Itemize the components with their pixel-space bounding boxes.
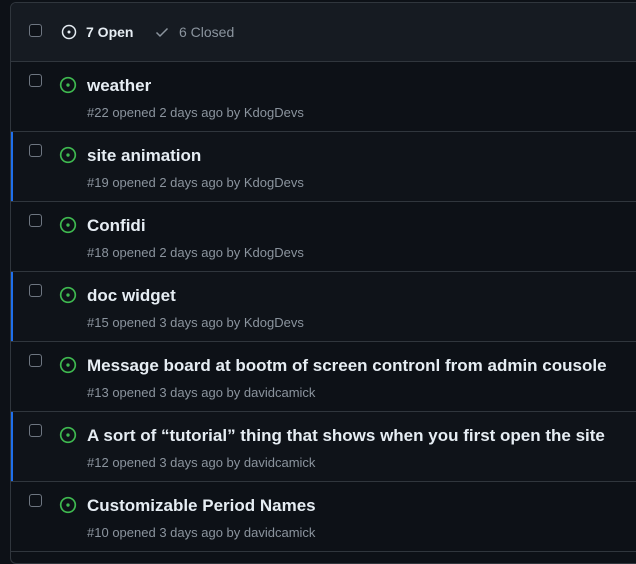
issue-meta: #10 opened 3 days ago by davidcamick bbox=[87, 525, 315, 540]
closed-issues-label: 6 Closed bbox=[179, 24, 235, 40]
issue-author-link[interactable]: davidcamick bbox=[244, 525, 316, 540]
issue-row: site animation #19 opened 2 days ago by … bbox=[11, 132, 636, 202]
issues-list-header: 7 Open 6 Closed bbox=[11, 3, 636, 62]
issue-meta: #18 opened 2 days ago by KdogDevs bbox=[87, 245, 304, 260]
issue-rows: weather #22 opened 2 days ago by KdogDev… bbox=[11, 62, 636, 552]
issue-checkbox[interactable] bbox=[29, 214, 42, 227]
issue-opened-text: opened 2 days ago by bbox=[112, 175, 244, 190]
issue-row: doc widget #15 opened 3 days ago by Kdog… bbox=[11, 272, 636, 342]
check-icon bbox=[155, 27, 169, 38]
issue-open-icon bbox=[59, 496, 77, 514]
issue-row: Confidi #18 opened 2 days ago by KdogDev… bbox=[11, 202, 636, 272]
issue-author-link[interactable]: davidcamick bbox=[244, 455, 316, 470]
closed-issues-tab[interactable]: 6 Closed bbox=[154, 24, 234, 40]
issue-meta: #12 opened 3 days ago by davidcamick bbox=[87, 455, 315, 470]
issue-row-accent bbox=[11, 412, 13, 481]
issue-checkbox[interactable] bbox=[29, 354, 42, 367]
issue-number: #22 bbox=[87, 105, 109, 120]
issue-row-accent bbox=[11, 272, 13, 341]
issue-author-link[interactable]: KdogDevs bbox=[244, 245, 304, 260]
issue-number: #13 bbox=[87, 385, 109, 400]
issue-row: weather #22 opened 2 days ago by KdogDev… bbox=[11, 62, 636, 132]
issue-title-link[interactable]: Confidi bbox=[87, 216, 146, 236]
issue-row: Customizable Period Names #10 opened 3 d… bbox=[11, 482, 636, 552]
issue-title-link[interactable]: A sort of “tutorial” thing that shows wh… bbox=[87, 426, 605, 446]
issue-checkbox[interactable] bbox=[29, 424, 42, 437]
issue-author-link[interactable]: KdogDevs bbox=[244, 105, 304, 120]
issue-opened-text: opened 2 days ago by bbox=[112, 245, 244, 260]
issue-title-link[interactable]: doc widget bbox=[87, 286, 176, 306]
issue-open-icon bbox=[59, 76, 77, 94]
issue-number: #15 bbox=[87, 315, 109, 330]
issues-list-box: 7 Open 6 Closed weather #22 opened 2 day… bbox=[10, 2, 636, 564]
issue-open-icon bbox=[59, 356, 77, 374]
issue-meta: #15 opened 3 days ago by KdogDevs bbox=[87, 315, 304, 330]
issue-row-accent bbox=[11, 132, 13, 201]
issue-opened-text: opened 3 days ago by bbox=[112, 455, 244, 470]
issue-meta: #19 opened 2 days ago by KdogDevs bbox=[87, 175, 304, 190]
issue-number: #19 bbox=[87, 175, 109, 190]
issue-open-icon bbox=[59, 426, 77, 444]
issue-number: #18 bbox=[87, 245, 109, 260]
issue-opened-text: opened 3 days ago by bbox=[112, 315, 244, 330]
open-issues-label: 7 Open bbox=[86, 24, 134, 40]
issue-checkbox[interactable] bbox=[29, 494, 42, 507]
issue-author-link[interactable]: davidcamick bbox=[244, 385, 316, 400]
issue-meta: #22 opened 2 days ago by KdogDevs bbox=[87, 105, 304, 120]
issue-opened-text: opened 3 days ago by bbox=[112, 385, 244, 400]
issue-author-link[interactable]: KdogDevs bbox=[244, 315, 304, 330]
issue-open-icon bbox=[59, 286, 77, 304]
issue-author-link[interactable]: KdogDevs bbox=[244, 175, 304, 190]
issue-opened-text: opened 3 days ago by bbox=[112, 525, 244, 540]
issue-row: Message board at bootm of screen contron… bbox=[11, 342, 636, 412]
issue-number: #12 bbox=[87, 455, 109, 470]
issue-number: #10 bbox=[87, 525, 109, 540]
issue-checkbox[interactable] bbox=[29, 74, 42, 87]
issue-row: A sort of “tutorial” thing that shows wh… bbox=[11, 412, 636, 482]
issue-opened-text: opened 2 days ago by bbox=[112, 105, 244, 120]
issue-title-link[interactable]: Customizable Period Names bbox=[87, 496, 316, 516]
select-all-checkbox[interactable] bbox=[29, 24, 42, 37]
issue-open-icon bbox=[59, 146, 77, 164]
issue-open-icon bbox=[61, 24, 77, 40]
open-issues-tab[interactable]: 7 Open bbox=[61, 24, 133, 40]
issue-open-icon bbox=[59, 216, 77, 234]
issue-title-link[interactable]: site animation bbox=[87, 146, 201, 166]
issue-title-link[interactable]: Message board at bootm of screen contron… bbox=[87, 356, 607, 376]
issue-meta: #13 opened 3 days ago by davidcamick bbox=[87, 385, 315, 400]
issue-checkbox[interactable] bbox=[29, 284, 42, 297]
issue-checkbox[interactable] bbox=[29, 144, 42, 157]
issue-title-link[interactable]: weather bbox=[87, 76, 151, 96]
